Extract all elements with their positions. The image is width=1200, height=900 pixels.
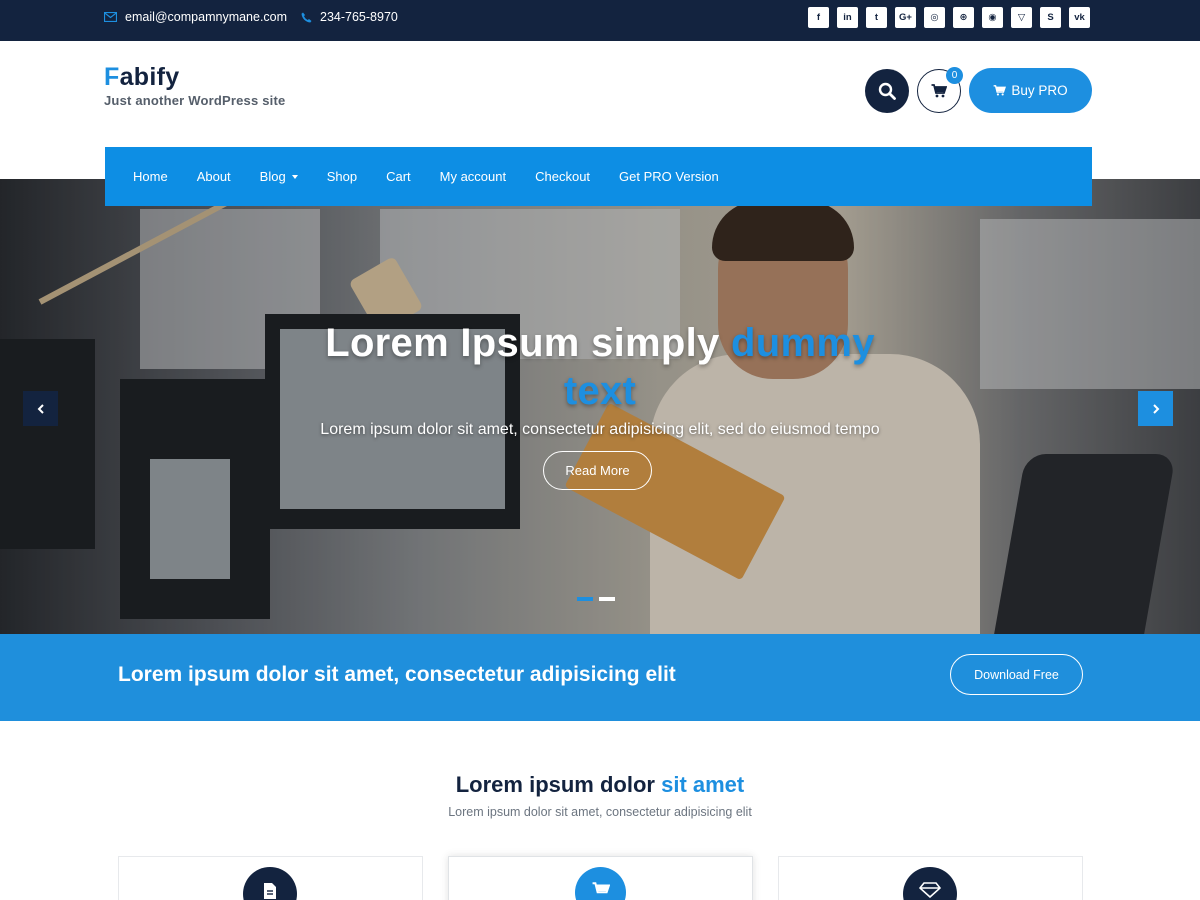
skype-icon[interactable]: S [1040, 7, 1061, 28]
social-links: f in t G+ ◎ ⊛ ◉ ▽ S vk [808, 7, 1098, 28]
nav-item-get-pro[interactable]: Get PRO Version [619, 169, 719, 184]
section-subtitle: Lorem ipsum dolor sit amet, consectetur … [448, 805, 752, 819]
search-icon [878, 82, 896, 100]
hero-title-highlight-1: dummy [731, 321, 875, 365]
contact-phone[interactable]: 234-765-8970 [301, 0, 398, 34]
slider-next-button[interactable] [1138, 391, 1173, 426]
cart-count-badge: 0 [946, 67, 963, 84]
section-title-highlight: sit amet [661, 772, 745, 797]
linkedin-icon[interactable]: in [837, 7, 858, 28]
hero-title: Lorem Ipsum simply dummy text [0, 319, 1200, 415]
github-icon[interactable]: ◉ [982, 7, 1003, 28]
google-plus-icon[interactable]: G+ [895, 7, 916, 28]
top-bar: email@compamnymane.com 234-765-8970 f in… [0, 0, 1200, 41]
chevron-right-icon [1152, 403, 1159, 414]
site-branding: Fabify Just another WordPress site [104, 63, 285, 108]
site-tagline: Just another WordPress site [104, 93, 286, 108]
download-free-button[interactable]: Download Free [950, 654, 1083, 695]
site-title-initial: F [104, 63, 120, 91]
instagram-icon[interactable]: ◎ [924, 7, 945, 28]
cta-text: Lorem ipsum dolor sit amet, consectetur … [118, 663, 676, 686]
email-text: email@compamnymane.com [125, 10, 288, 24]
slider-pagination [577, 597, 621, 601]
main-navigation: Home About Blog Shop Cart My account Che… [105, 147, 1092, 206]
slider-prev-button[interactable] [23, 391, 58, 426]
nav-item-blog-label: Blog [259, 169, 286, 184]
phone-text: 234-765-8970 [320, 10, 398, 24]
read-more-button[interactable]: Read More [543, 451, 652, 490]
foursquare-icon[interactable]: ▽ [1011, 7, 1032, 28]
nav-item-shop[interactable]: Shop [327, 169, 357, 184]
nav-item-checkout[interactable]: Checkout [535, 169, 590, 184]
site-title[interactable]: Fabify [104, 63, 285, 91]
facebook-icon[interactable]: f [808, 7, 829, 28]
hero-subtitle: Lorem ipsum dolor sit amet, consectetur … [320, 421, 880, 438]
twitter-icon[interactable]: t [866, 7, 887, 28]
slider-dot[interactable] [577, 597, 593, 601]
nav-item-blog[interactable]: Blog [260, 169, 298, 184]
hero-title-highlight-2: text [563, 369, 637, 413]
nav-item-home[interactable]: Home [133, 169, 168, 184]
section-title: Lorem ipsum dolor sit amet [0, 772, 1200, 798]
buy-pro-label: Buy PRO [1011, 83, 1068, 98]
hero-title-plain: Lorem Ipsum simply [325, 321, 732, 365]
dribbble-icon[interactable]: ⊛ [953, 7, 974, 28]
nav-item-about[interactable]: About [197, 169, 231, 184]
slider-dot-active[interactable] [599, 597, 615, 601]
nav-item-my-account[interactable]: My account [440, 169, 506, 184]
cart-icon [931, 84, 947, 98]
site-title-rest: abify [119, 63, 180, 91]
envelope-icon [104, 12, 117, 22]
caret-down-icon [291, 174, 298, 179]
nav-item-cart[interactable]: Cart [386, 169, 411, 184]
vk-icon[interactable]: vk [1069, 7, 1090, 28]
contact-email[interactable]: email@compamnymane.com [104, 0, 287, 34]
call-to-action-band: Lorem ipsum dolor sit amet, consectetur … [0, 634, 1200, 721]
cart-icon [993, 85, 1007, 96]
phone-icon [301, 12, 312, 23]
section-title-plain: Lorem ipsum dolor [455, 772, 662, 797]
search-button[interactable] [865, 69, 909, 113]
buy-pro-button[interactable]: Buy PRO [969, 68, 1092, 113]
chevron-left-icon [37, 403, 44, 414]
